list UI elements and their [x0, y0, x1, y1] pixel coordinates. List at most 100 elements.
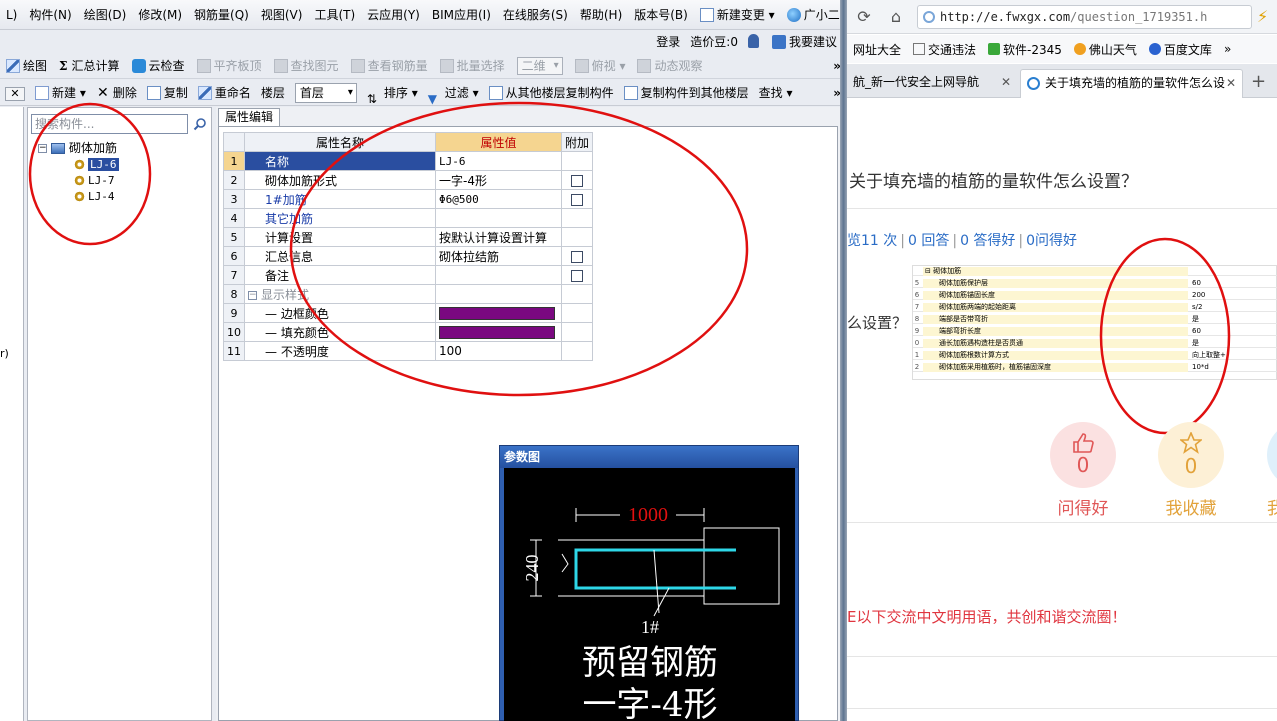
menu-item-l[interactable]: L) — [0, 0, 23, 30]
red-annotation-ellipse — [289, 101, 749, 397]
menu-item-bim-app[interactable]: BIM应用(I) — [426, 0, 497, 30]
parameter-diagram-window: 参数图 1000 240 1# 预留钢筋 一字-4形 — [499, 445, 799, 721]
favorite-button[interactable]: 0 我收藏 — [1156, 422, 1226, 519]
menu-item-cloud-app[interactable]: 云应用(Y) — [361, 0, 426, 30]
favorite-label: 我收藏 — [1165, 499, 1217, 519]
cloud-check-button[interactable]: 云检查 — [126, 53, 191, 79]
summary-calc-button[interactable]: Σ 汇总计算 — [53, 53, 126, 79]
menu-item-online-service[interactable]: 在线服务(S) — [497, 0, 574, 30]
red-annotation-ellipse — [1099, 237, 1231, 435]
bookmarks-more-chevron-icon[interactable]: » — [1218, 42, 1237, 56]
menu-item-rebar-quantity[interactable]: 钢筋量(Q) — [188, 0, 255, 30]
pen-icon — [6, 59, 20, 73]
rename-button[interactable]: 重命名 — [193, 80, 256, 106]
menu-item-modify[interactable]: 修改(M) — [132, 0, 188, 30]
close-icon[interactable]: ✕ — [1226, 70, 1236, 97]
chat-icon — [771, 35, 786, 49]
good-question-button[interactable]: 0 问得好 — [1048, 422, 1118, 519]
price-bean-count: 造价豆:0 — [690, 34, 738, 49]
rebar-number-label: 1# — [641, 617, 659, 637]
bookmark-item[interactable]: 佛山天气 — [1068, 41, 1143, 58]
main-toolbar: 绘图 Σ汇总计算 云检查 平齐板顶 查找图元 查看钢筋量 批量选择 二维 俯视 … — [0, 53, 847, 79]
third-action-label: 我 — [1267, 499, 1277, 519]
orbit-icon — [637, 59, 652, 73]
lightning-icon[interactable]: ⚡ — [1257, 7, 1268, 26]
draw-button[interactable]: 绘图 — [0, 53, 53, 79]
divider — [847, 522, 1277, 523]
flat-slab-button[interactable]: 平齐板顶 — [191, 53, 268, 79]
left-dock-strip: r) — [0, 107, 24, 721]
page-icon — [913, 43, 926, 55]
web-browser: ⟳ ⌂ http://e.fwxgx.com/question_1719351.… — [847, 0, 1277, 721]
good-questions-count[interactable]: 0问得好 — [1026, 233, 1077, 249]
collapse-icon[interactable]: − — [248, 290, 257, 300]
notification-icon[interactable] — [747, 34, 759, 48]
slab-icon — [196, 59, 211, 73]
find-element-button[interactable]: 查找图元 — [268, 53, 345, 79]
browser-nav-bar: ⟳ ⌂ http://e.fwxgx.com/question_1719351.… — [847, 0, 1277, 34]
dimension-length-label: 1000 — [628, 504, 668, 526]
sigma-icon: Σ — [59, 58, 68, 73]
new-icon — [35, 86, 49, 100]
suggest-button[interactable]: 我要建议 — [771, 33, 837, 50]
diagram-caption-line2: 一字-4形 — [582, 685, 717, 721]
software-icon — [988, 43, 1001, 55]
menu-item-new-change[interactable]: 新建变更 ▾ — [694, 0, 781, 30]
bookmark-item[interactable]: 网址大全 — [847, 41, 907, 58]
tab-property-edit[interactable]: 属性编辑 — [218, 108, 281, 126]
rebar-view-icon — [350, 59, 365, 73]
divider — [847, 656, 1277, 657]
menu-item-component[interactable]: 构件(N) — [23, 0, 77, 30]
menu-item-version[interactable]: 版本号(B) — [628, 0, 694, 30]
find-button[interactable]: 查找 ▾ — [754, 80, 798, 106]
divider — [847, 708, 1277, 709]
community-notice: E以下交流中文明用语，共创和谐交流圈！ — [847, 608, 1127, 626]
menu-item-tools[interactable]: 工具(T) — [308, 0, 361, 30]
dimension-width-label: 240 — [522, 555, 542, 582]
top-view-icon — [574, 59, 589, 73]
question-stats: 览11 次 | 0 回答 | 0 答得好 | 0问得好 — [847, 233, 1078, 249]
delete-icon: ✕ — [96, 85, 109, 101]
left-strip-text: r) — [0, 347, 9, 360]
copy-icon — [146, 86, 161, 100]
search-icon[interactable] — [191, 114, 209, 134]
bookmark-item[interactable]: 交通违法 — [907, 41, 982, 58]
browser-tab[interactable]: 航_新一代安全上网导航 ✕ — [847, 69, 1017, 98]
question-body-snippet: 么设置？ — [847, 314, 908, 332]
menu-bar: L) 构件(N) 绘图(D) 修改(M) 钢筋量(Q) 视图(V) 工具(T) … — [0, 0, 847, 30]
close-panel-button[interactable]: ✕ — [0, 80, 30, 106]
thumbs-up-icon — [1073, 433, 1094, 453]
bookmark-item[interactable]: 百度文库 — [1143, 41, 1218, 58]
batch-select-button[interactable]: 批量选择 — [434, 53, 511, 79]
menu-item-draw[interactable]: 绘图(D) — [78, 0, 133, 30]
answers-count[interactable]: 0 回答 — [908, 233, 949, 249]
window-splitter[interactable] — [840, 0, 847, 721]
document-icon — [699, 8, 714, 22]
address-bar[interactable]: http://e.fwxgx.com/question_1719351.h — [917, 5, 1252, 29]
binoculars-icon — [273, 59, 288, 73]
menu-item-assistant[interactable]: 广小二 — [781, 0, 846, 30]
menu-item-view[interactable]: 视图(V) — [255, 0, 309, 30]
menu-item-help[interactable]: 帮助(H) — [574, 0, 628, 30]
floor-label: 楼层 — [260, 85, 285, 100]
home-icon[interactable]: ⌂ — [885, 6, 907, 28]
good-question-count: 0 — [1076, 453, 1090, 477]
refresh-icon[interactable]: ⟳ — [853, 6, 875, 28]
close-icon[interactable]: ✕ — [1001, 69, 1011, 96]
dynamic-view-button[interactable]: 动态观察 — [631, 53, 708, 79]
assistant-icon — [786, 8, 801, 22]
third-action-button[interactable]: 我 — [1267, 422, 1277, 519]
site-info-icon[interactable] — [923, 11, 935, 23]
bookmark-item[interactable]: 软件-2345 — [982, 41, 1068, 58]
browser-tab-active[interactable]: 关于填充墙的植筋的量软件怎么设 ✕ — [1020, 69, 1243, 98]
view-rebar-button[interactable]: 查看钢筋量 — [345, 53, 434, 79]
view-2d-combo[interactable]: 二维 — [511, 53, 569, 79]
browser-tab-strip: 航_新一代安全上网导航 ✕ 关于填充墙的植筋的量软件怎么设 ✕ + — [847, 64, 1277, 98]
good-question-label: 问得好 — [1057, 499, 1109, 519]
new-tab-plus-icon[interactable]: + — [1251, 71, 1266, 92]
login-link[interactable]: 登录 — [656, 33, 680, 50]
top-view-button[interactable]: 俯视 ▾ — [569, 53, 632, 79]
question-title: 关于填充墙的植筋的量软件怎么设置？ — [849, 172, 1138, 192]
good-answers-count[interactable]: 0 答得好 — [960, 233, 1015, 249]
bookmarks-bar: 网址大全 交通违法 软件-2345 佛山天气 百度文库 » — [847, 35, 1277, 63]
